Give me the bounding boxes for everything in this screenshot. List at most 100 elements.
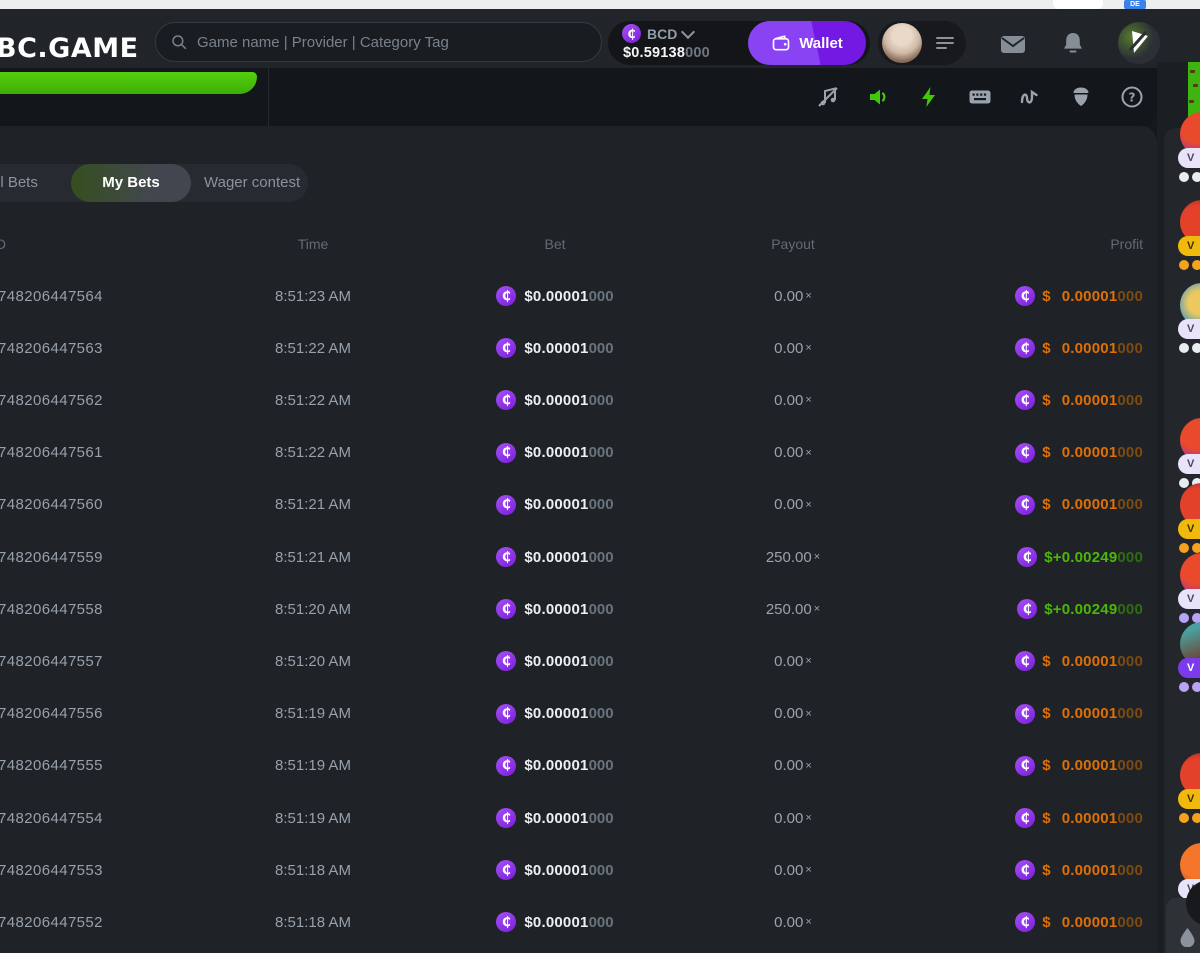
chat-emoji-pair — [1179, 682, 1200, 692]
bcd-coin-icon: ₵ — [1017, 599, 1037, 619]
vip-level-badge: V — [1178, 519, 1200, 539]
tab-wager-contest[interactable]: Wager contest — [204, 164, 300, 202]
search-icon — [170, 33, 188, 51]
search-input[interactable]: Game name | Provider | Category Tag — [155, 22, 602, 62]
bet-amount: ₵ $0.00001000 — [455, 844, 655, 896]
bet-amount: ₵ $0.00001000 — [455, 322, 655, 374]
chat-emoji-pair — [1179, 260, 1200, 270]
bcd-coin-icon: ₵ — [496, 390, 516, 410]
bet-table-row[interactable]: 748206447556 8:51:19 AM ₵ $0.00001000 0.… — [0, 688, 1157, 740]
hotkeys-keyboard-icon[interactable] — [968, 85, 992, 109]
bet-profit: ₵ $0.00001000 — [903, 792, 1143, 844]
translate-badge[interactable]: DE — [1124, 0, 1146, 9]
bet-table-row[interactable]: 748206447552 8:51:18 AM ₵ $0.00001000 0.… — [0, 896, 1157, 948]
bcd-coin-icon: ₵ — [496, 338, 516, 358]
bcd-coin-icon: ₵ — [496, 651, 516, 671]
tab-all-bets[interactable]: All Bets — [0, 164, 38, 202]
chat-strip: VVVVVVVVV — [1157, 62, 1200, 953]
bet-payout: 0.00× — [693, 792, 893, 844]
currency-code: BCD — [647, 26, 677, 42]
bet-payout: 0.00× — [693, 740, 893, 792]
bet-amount: ₵ $0.00001000 — [455, 688, 655, 740]
user-avatar[interactable] — [882, 23, 922, 63]
bet-table-row[interactable]: 748206447564 8:51:23 AM ₵ $0.00001000 0.… — [0, 270, 1157, 322]
bet-table-row[interactable]: 748206447554 8:51:19 AM ₵ $0.00001000 0.… — [0, 792, 1157, 844]
bet-table-row[interactable]: 748206447553 8:51:18 AM ₵ $0.00001000 0.… — [0, 844, 1157, 896]
bet-profit: ₵ $0.00001000 — [903, 896, 1143, 948]
bcd-coin-icon: ₵ — [496, 443, 516, 463]
bet-table-row[interactable]: 748206447560 8:51:21 AM ₵ $0.00001000 0.… — [0, 479, 1157, 531]
bet-payout: 0.00× — [693, 844, 893, 896]
bet-id: 748206447557 — [0, 635, 218, 687]
bet-table-row[interactable]: 748206447563 8:51:22 AM ₵ $0.00001000 0.… — [0, 322, 1157, 374]
bet-id: 748206447552 — [0, 896, 218, 948]
bcd-coin-icon: ₵ — [1015, 286, 1035, 306]
bet-profit: ₵ $0.00001000 — [903, 270, 1143, 322]
bcd-coin-icon: ₵ — [496, 704, 516, 724]
sports-flag-logo[interactable] — [1118, 22, 1160, 64]
bet-payout: 0.00× — [693, 374, 893, 426]
bet-profit: ₵ $+0.00249000 — [903, 531, 1143, 583]
tab-my-bets[interactable]: My Bets — [71, 164, 191, 202]
bc-game-logo[interactable]: BC.GAME — [0, 33, 139, 64]
bcd-coin-icon: ₵ — [1015, 390, 1035, 410]
bet-id: 748206447563 — [0, 322, 218, 374]
bcd-coin-icon: ₵ — [496, 808, 516, 828]
bet-payout: 0.00× — [693, 635, 893, 687]
music-muted-icon[interactable] — [816, 85, 840, 109]
toolbar-divider — [268, 68, 269, 126]
bcd-coin-icon: ₵ — [1015, 443, 1035, 463]
vip-level-badge: V — [1178, 454, 1200, 474]
vip-level-badge: V — [1178, 789, 1200, 809]
bet-time: 8:51:23 AM — [213, 270, 413, 322]
sound-on-icon[interactable] — [867, 85, 891, 109]
live-stats-icon[interactable] — [1018, 85, 1042, 109]
bcd-coin-icon: ₵ — [496, 912, 516, 932]
bet-table-row[interactable]: 748206447561 8:51:22 AM ₵ $0.00001000 0.… — [0, 427, 1157, 479]
bet-id: 748206447554 — [0, 792, 218, 844]
help-icon[interactable]: ? — [1120, 85, 1144, 109]
bet-time: 8:51:22 AM — [213, 322, 413, 374]
header-id: ID — [0, 236, 6, 252]
bet-amount: ₵ $0.00001000 — [455, 427, 655, 479]
rain-drop-icon[interactable] — [1180, 928, 1195, 947]
bet-payout: 0.00× — [693, 322, 893, 374]
bet-table-row[interactable]: 748206447557 8:51:20 AM ₵ $0.00001000 0.… — [0, 635, 1157, 687]
bet-amount: ₵ $0.00001000 — [455, 270, 655, 322]
bcd-coin-icon: ₵ — [1015, 704, 1035, 724]
bet-table-row[interactable]: 748206447558 8:51:20 AM ₵ $0.00001000 25… — [0, 583, 1157, 635]
bet-payout: 0.00× — [693, 688, 893, 740]
vip-level-badge: V — [1178, 236, 1200, 256]
game-banner-edge — [0, 72, 257, 94]
bcd-coin-icon: ₵ — [1015, 912, 1035, 932]
bcd-coin-icon: ₵ — [1017, 547, 1037, 567]
bet-profit: ₵ $0.00001000 — [903, 844, 1143, 896]
currency-selector[interactable]: ₵ BCD — [622, 24, 693, 43]
seeds-acorn-icon[interactable] — [1069, 85, 1093, 109]
turbo-bolt-icon[interactable] — [917, 85, 941, 109]
bcd-coin-icon: ₵ — [496, 599, 516, 619]
bet-table-row[interactable]: 748206447555 8:51:19 AM ₵ $0.00001000 0.… — [0, 740, 1157, 792]
bet-table-row[interactable]: 748206447559 8:51:21 AM ₵ $0.00001000 25… — [0, 531, 1157, 583]
bet-amount: ₵ $0.00001000 — [455, 792, 655, 844]
bet-profit: ₵ $0.00001000 — [903, 374, 1143, 426]
bet-time: 8:51:20 AM — [213, 635, 413, 687]
bet-table-row[interactable]: 748206447562 8:51:22 AM ₵ $0.00001000 0.… — [0, 374, 1157, 426]
chevron-down-icon — [681, 24, 695, 38]
bet-amount: ₵ $0.00001000 — [455, 374, 655, 426]
bcd-coin-icon: ₵ — [1015, 651, 1035, 671]
bet-profit: ₵ $0.00001000 — [903, 740, 1143, 792]
mail-icon[interactable] — [1000, 31, 1026, 57]
account-menu-icon[interactable] — [936, 37, 954, 49]
bet-amount: ₵ $0.00001000 — [455, 479, 655, 531]
bcd-coin-icon: ₵ — [622, 24, 641, 43]
bet-id: 748206447561 — [0, 427, 218, 479]
bet-id: 748206447553 — [0, 844, 218, 896]
bet-profit: ₵ $0.00001000 — [903, 479, 1143, 531]
svg-text:?: ? — [1129, 91, 1136, 105]
wallet-button[interactable]: Wallet — [748, 21, 866, 65]
notifications-bell-icon[interactable] — [1060, 30, 1086, 56]
bet-profit: ₵ $0.00001000 — [903, 688, 1143, 740]
bet-amount: ₵ $0.00001000 — [455, 635, 655, 687]
vip-level-badge: V — [1178, 658, 1200, 678]
